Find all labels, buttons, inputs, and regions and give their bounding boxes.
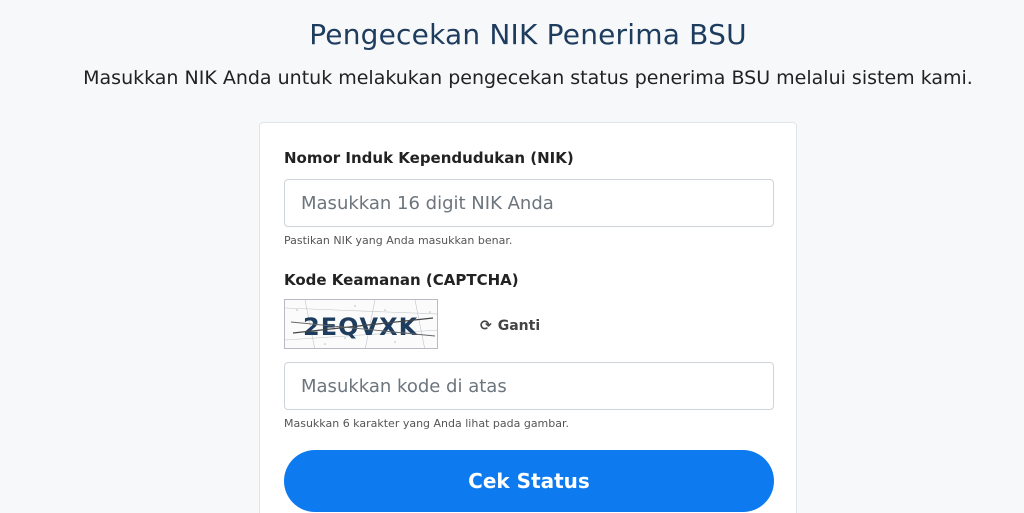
- captcha-input[interactable]: [284, 362, 774, 410]
- captcha-field-label: Kode Keamanan (CAPTCHA): [284, 271, 519, 289]
- page: Pengecekan NIK Penerima BSU Masukkan NIK…: [0, 0, 1024, 513]
- nik-field-label: Nomor Induk Kependudukan (NIK): [284, 149, 574, 167]
- captcha-refresh-label: Ganti: [497, 318, 541, 334]
- nik-check-form-card: Nomor Induk Kependudukan (NIK) Pastikan …: [259, 122, 797, 513]
- check-status-button[interactable]: Cek Status: [284, 450, 774, 512]
- nik-input[interactable]: [284, 179, 774, 227]
- captcha-help-text: Masukkan 6 karakter yang Anda lihat pada…: [284, 417, 570, 430]
- captcha-graphic: 2EQVXK: [285, 300, 437, 348]
- captcha-image: 2EQVXK: [284, 299, 438, 349]
- captcha-refresh-button[interactable]: ⟳ Ganti: [480, 318, 540, 334]
- page-subtitle: Masukkan NIK Anda untuk melakukan pengec…: [83, 67, 973, 89]
- nik-help-text: Pastikan NIK yang Anda masukkan benar.: [284, 234, 513, 247]
- refresh-icon: ⟳: [480, 318, 492, 334]
- captcha-code-text: 2EQVXK: [303, 313, 419, 341]
- page-title: Pengecekan NIK Penerima BSU: [309, 18, 747, 51]
